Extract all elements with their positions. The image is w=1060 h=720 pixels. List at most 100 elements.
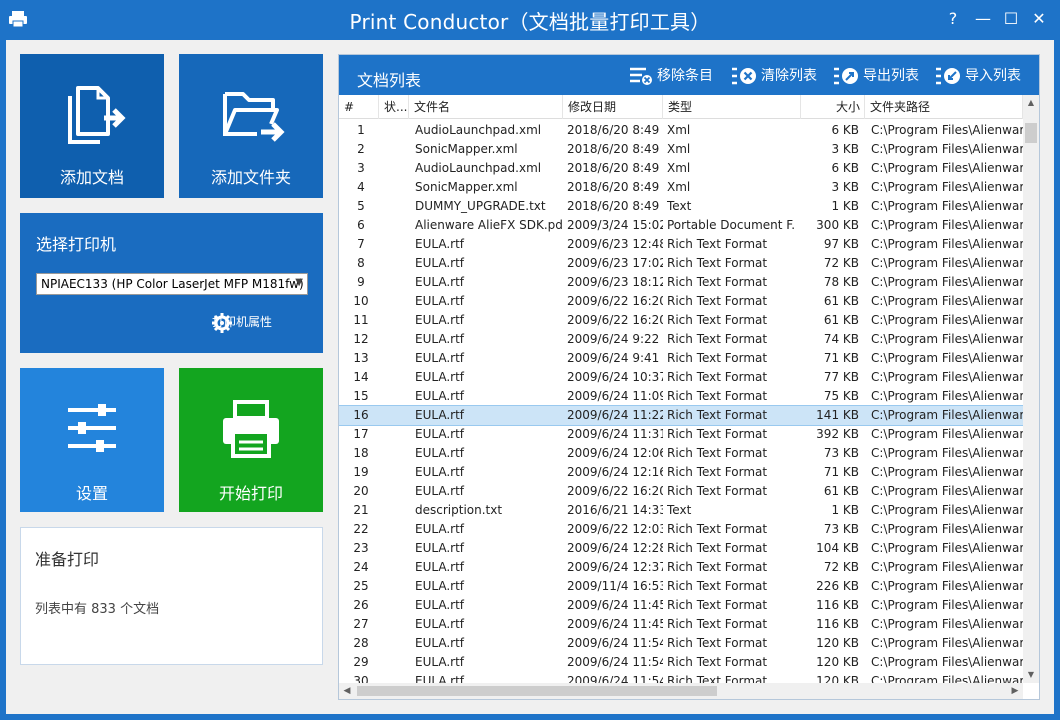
row-type: Portable Document F...: [667, 218, 795, 232]
row-number: 20: [353, 484, 369, 498]
horizontal-scroll-thumb[interactable]: [357, 686, 717, 696]
table-row[interactable]: 28 EULA.rtf 2009/6/24 11:54 Rich Text Forma…: [339, 634, 1023, 653]
scroll-up-icon[interactable]: ▲: [1023, 95, 1039, 111]
table-row[interactable]: 27 EULA.rtf 2009/6/24 11:45 Rich Text Forma…: [339, 615, 1023, 634]
table-row[interactable]: 13 EULA.rtf 2009/6/24 9:41 Rich Text Format…: [339, 349, 1023, 368]
export-list-icon: [834, 67, 858, 85]
row-filename: AudioLaunchpad.xml: [415, 123, 542, 137]
table-row[interactable]: 22 EULA.rtf 2009/6/22 12:03 Rich Text Forma…: [339, 520, 1023, 539]
add-documents-button[interactable]: 添加文档: [20, 54, 164, 198]
row-type: Rich Text Format: [667, 522, 768, 536]
row-type: Rich Text Format: [667, 408, 768, 422]
table-row[interactable]: 18 EULA.rtf 2009/6/24 12:06 Rich Text Forma…: [339, 444, 1023, 463]
scroll-right-icon[interactable]: ▶: [1007, 683, 1023, 699]
row-type: Rich Text Format: [667, 370, 768, 384]
close-button[interactable]: ✕: [1024, 6, 1054, 32]
row-modified-date: 2009/6/23 12:48: [567, 237, 663, 251]
table-row[interactable]: 23 EULA.rtf 2009/6/24 12:28 Rich Text Forma…: [339, 539, 1023, 558]
table-row[interactable]: 14 EULA.rtf 2009/6/24 10:37 Rich Text Forma…: [339, 368, 1023, 387]
remove-item-label: 移除条目: [657, 68, 713, 84]
row-modified-date: 2009/6/24 11:09: [567, 389, 663, 403]
document-list-panel: 文档列表 移除条目 清除列表 导出列表 导入列表 # 状... 文件名 修改日期…: [338, 54, 1040, 700]
printer-dropdown[interactable]: NPIAEC133 (HP Color LaserJet MFP M181fw)…: [36, 273, 308, 295]
row-type: Rich Text Format: [667, 313, 768, 327]
row-number: 7: [357, 237, 365, 251]
import-list-button[interactable]: 导入列表: [935, 65, 1021, 86]
row-number: 6: [357, 218, 365, 232]
row-filename: EULA.rtf: [415, 655, 465, 669]
row-type: Rich Text Format: [667, 256, 768, 270]
settings-button[interactable]: 设置: [20, 368, 164, 512]
row-folder-path: C:\Program Files\Alienware\: [871, 218, 1023, 232]
table-body: 1 AudioLaunchpad.xml 2018/6/20 8:49 Xml 6 KB…: [339, 121, 1023, 683]
clear-list-label: 清除列表: [761, 68, 817, 84]
printer-properties-button[interactable]: 打印机属性: [212, 313, 272, 333]
row-type: Rich Text Format: [667, 427, 768, 441]
title-bar: Print Conductor（文档批量打印工具） ? — ☐ ✕: [0, 0, 1060, 38]
start-print-button[interactable]: 开始打印: [179, 368, 323, 512]
table-row[interactable]: 10 EULA.rtf 2009/6/22 16:20 Rich Text Forma…: [339, 292, 1023, 311]
table-row[interactable]: 11 EULA.rtf 2009/6/22 16:20 Rich Text Forma…: [339, 311, 1023, 330]
minimize-button[interactable]: —: [968, 6, 998, 32]
row-type: Rich Text Format: [667, 617, 768, 631]
table-row[interactable]: 15 EULA.rtf 2009/6/24 11:09 Rich Text Forma…: [339, 387, 1023, 406]
row-folder-path: C:\Program Files\Alienware\: [871, 655, 1023, 669]
table-row[interactable]: 25 EULA.rtf 2009/11/4 16:53 Rich Text Forma…: [339, 577, 1023, 596]
table-row[interactable]: 4 SonicMapper.xml 2018/6/20 8:49 Xml 3 KB C:\…: [339, 178, 1023, 197]
table-row[interactable]: 26 EULA.rtf 2009/6/24 11:45 Rich Text Forma…: [339, 596, 1023, 615]
row-filename: EULA.rtf: [415, 294, 465, 308]
remove-item-button[interactable]: 移除条目: [629, 65, 713, 86]
table-row[interactable]: 17 EULA.rtf 2009/6/24 11:31 Rich Text Forma…: [339, 425, 1023, 444]
row-filename: EULA.rtf: [415, 560, 465, 574]
table-row[interactable]: 12 EULA.rtf 2009/6/24 9:22 Rich Text Format…: [339, 330, 1023, 349]
table-row[interactable]: 9 EULA.rtf 2009/6/23 18:12 Rich Text Format…: [339, 273, 1023, 292]
column-filename[interactable]: 文件名: [409, 95, 563, 119]
table-row[interactable]: 7 EULA.rtf 2009/6/23 12:48 Rich Text Format…: [339, 235, 1023, 254]
clear-list-button[interactable]: 清除列表: [731, 65, 817, 86]
table-row[interactable]: 5 DUMMY_UPGRADE.txt 2018/6/20 8:49 Text 1 KB…: [339, 197, 1023, 216]
scroll-down-icon[interactable]: ▼: [1023, 667, 1039, 683]
add-folder-button[interactable]: 添加文件夹: [179, 54, 323, 198]
table-row[interactable]: 24 EULA.rtf 2009/6/24 12:37 Rich Text Forma…: [339, 558, 1023, 577]
scroll-left-icon[interactable]: ◀: [339, 683, 355, 699]
table-row[interactable]: 21 description.txt 2016/6/21 14:33 Text 1 KB…: [339, 501, 1023, 520]
column-status[interactable]: 状...: [379, 95, 409, 119]
row-number: 21: [353, 503, 369, 517]
help-button[interactable]: ?: [938, 6, 968, 32]
row-modified-date: 2009/6/22 16:20: [567, 294, 663, 308]
document-count-text: 列表中有 833 个文档: [35, 602, 160, 617]
row-filename: EULA.rtf: [415, 674, 465, 683]
row-modified-date: 2018/6/20 8:49: [567, 161, 660, 175]
row-type: Rich Text Format: [667, 655, 768, 669]
row-filename: EULA.rtf: [415, 313, 465, 327]
table-row[interactable]: 20 EULA.rtf 2009/6/22 16:20 Rich Text Forma…: [339, 482, 1023, 501]
table-row[interactable]: 19 EULA.rtf 2009/6/24 12:16 Rich Text Forma…: [339, 463, 1023, 482]
row-folder-path: C:\Program Files\Alienware\: [871, 332, 1023, 346]
table-row[interactable]: 16 EULA.rtf 2009/6/24 11:22 Rich Text Forma…: [339, 405, 1023, 426]
column-size[interactable]: 大小: [801, 95, 865, 119]
row-number: 5: [357, 199, 365, 213]
table-row[interactable]: 3 AudioLaunchpad.xml 2018/6/20 8:49 Xml 6 KB…: [339, 159, 1023, 178]
column-number[interactable]: #: [339, 95, 379, 119]
vertical-scroll-thumb[interactable]: [1025, 123, 1037, 143]
row-type: Rich Text Format: [667, 237, 768, 251]
column-folder-path[interactable]: 文件夹路径: [865, 95, 1023, 119]
table-row[interactable]: 30 EULA.rtf 2009/6/24 11:54 Rich Text Forma…: [339, 672, 1023, 683]
vertical-scrollbar[interactable]: ▲ ▼: [1023, 95, 1039, 683]
table-row[interactable]: 29 EULA.rtf 2009/6/24 11:54 Rich Text Forma…: [339, 653, 1023, 672]
table-row[interactable]: 6 Alienware AlieFX SDK.pdf 2009/3/24 15:02…: [339, 216, 1023, 235]
row-type: Xml: [667, 180, 691, 194]
maximize-button[interactable]: ☐: [996, 6, 1026, 32]
row-filename: DUMMY_UPGRADE.txt: [415, 199, 546, 213]
table-row[interactable]: 1 AudioLaunchpad.xml 2018/6/20 8:49 Xml 6 KB…: [339, 121, 1023, 140]
row-number: 28: [353, 636, 369, 650]
column-modified-date[interactable]: 修改日期: [563, 95, 663, 119]
column-type[interactable]: 类型: [663, 95, 801, 119]
table-row[interactable]: 8 EULA.rtf 2009/6/23 17:02 Rich Text Format…: [339, 254, 1023, 273]
row-size: 392 KB: [816, 427, 859, 441]
row-filename: EULA.rtf: [415, 484, 465, 498]
horizontal-scrollbar[interactable]: ◀ ▶: [339, 683, 1023, 699]
table-row[interactable]: 2 SonicMapper.xml 2018/6/20 8:49 Xml 3 KB C:\…: [339, 140, 1023, 159]
export-list-button[interactable]: 导出列表: [833, 65, 919, 86]
add-folder-icon: [223, 92, 285, 142]
